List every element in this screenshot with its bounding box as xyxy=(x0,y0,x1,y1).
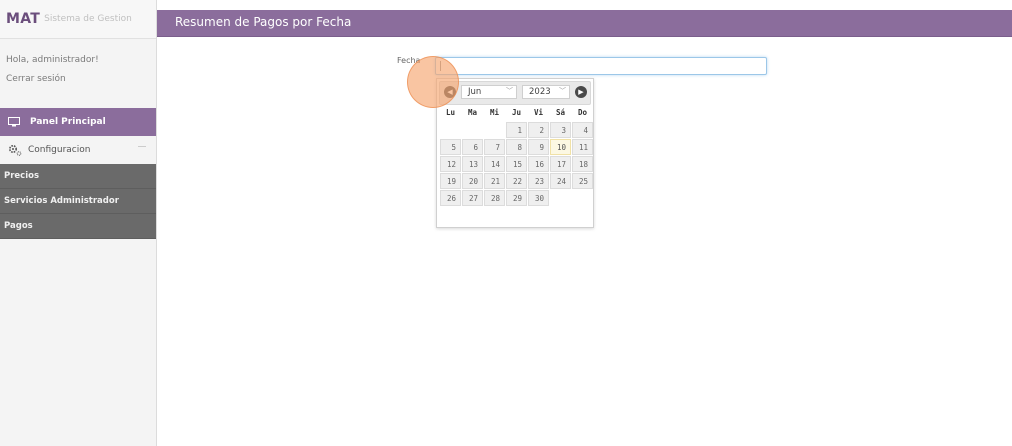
calendar-day[interactable]: 10 xyxy=(550,139,571,155)
calendar-day[interactable]: 18 xyxy=(572,156,593,172)
calendar-day[interactable]: 22 xyxy=(506,173,527,189)
calendar-day[interactable]: 8 xyxy=(506,139,527,155)
datepicker-header: ◀ Jun ﹀ 2023 ﹀ ▶ xyxy=(439,81,591,105)
calendar-day[interactable]: 29 xyxy=(506,190,527,206)
calendar-day[interactable]: 23 xyxy=(528,173,549,189)
calendar-day[interactable]: 27 xyxy=(462,190,483,206)
gears-icon xyxy=(8,144,22,156)
calendar-day[interactable]: 11 xyxy=(572,139,593,155)
prev-month-icon[interactable]: ◀ xyxy=(444,86,456,98)
calendar-day[interactable]: 25 xyxy=(572,173,593,189)
datepicker: ◀ Jun ﹀ 2023 ﹀ ▶ Lu Ma Mi Ju Vi Sá Do 1 2 3 4 5 6 7 8 9… xyxy=(436,78,594,228)
calendar-day[interactable]: 13 xyxy=(462,156,483,172)
calendar-day[interactable]: 12 xyxy=(440,156,461,172)
fecha-input[interactable] xyxy=(435,57,767,75)
chevron-down-icon: ﹀ xyxy=(506,87,513,95)
nav-configuracion[interactable]: Configuracion xyxy=(0,138,156,162)
calendar-day[interactable]: 20 xyxy=(462,173,483,189)
page-title: Resumen de Pagos por Fecha xyxy=(175,15,352,29)
next-month-icon[interactable]: ▶ xyxy=(575,86,587,98)
submenu-item-servicios-administrador[interactable]: Servicios Administrador xyxy=(0,189,156,214)
calendar-day[interactable]: 5 xyxy=(440,139,461,155)
fecha-label: Fecha xyxy=(397,56,421,65)
weekday-header: Do xyxy=(577,108,588,117)
brand-logo: MAT xyxy=(6,11,41,27)
nav-panel-principal-label: Panel Principal xyxy=(30,117,106,127)
sidebar: MAT Sistema de Gestion Hola, administrad… xyxy=(0,0,157,446)
calendar-day[interactable]: 21 xyxy=(484,173,505,189)
logout-link[interactable]: Cerrar sesión xyxy=(6,74,156,84)
calendar-day[interactable]: 26 xyxy=(440,190,461,206)
calendar-blank xyxy=(462,122,483,138)
calendar-day[interactable]: 17 xyxy=(550,156,571,172)
calendar-day[interactable]: 2 xyxy=(528,122,549,138)
brand[interactable]: MAT Sistema de Gestion xyxy=(0,0,156,39)
weekday-header: Ju xyxy=(511,108,522,117)
calendar-day[interactable]: 14 xyxy=(484,156,505,172)
calendar-day[interactable]: 19 xyxy=(440,173,461,189)
nav-configuracion-label: Configuracion xyxy=(28,145,91,155)
submenu: Precios Servicios Administrador Pagos xyxy=(0,164,156,239)
calendar-day[interactable]: 7 xyxy=(484,139,505,155)
weekday-header: Lu xyxy=(445,108,456,117)
monitor-icon xyxy=(8,117,20,127)
weekday-header: Ma xyxy=(467,108,478,117)
calendar-day[interactable]: 1 xyxy=(506,122,527,138)
year-select[interactable]: 2023 ﹀ xyxy=(522,85,570,99)
submenu-item-precios[interactable]: Precios xyxy=(0,164,156,189)
calendar-day[interactable]: 4 xyxy=(572,122,593,138)
calendar-day[interactable]: 6 xyxy=(462,139,483,155)
calendar-day[interactable]: 15 xyxy=(506,156,527,172)
submenu-item-pagos[interactable]: Pagos xyxy=(0,214,156,239)
text-cursor xyxy=(440,61,441,71)
brand-subtitle: Sistema de Gestion xyxy=(44,14,132,24)
greeting-text: Hola, administrador! xyxy=(6,55,99,65)
month-select[interactable]: Jun ﹀ xyxy=(461,85,517,99)
calendar-blank xyxy=(484,122,505,138)
calendar-day[interactable]: 9 xyxy=(528,139,549,155)
calendar-day[interactable]: 24 xyxy=(550,173,571,189)
weekday-header: Vi xyxy=(533,108,544,117)
collapse-line xyxy=(138,146,146,147)
calendar-day[interactable]: 28 xyxy=(484,190,505,206)
calendar-day[interactable]: 3 xyxy=(550,122,571,138)
year-select-value: 2023 xyxy=(529,87,551,97)
nav-panel-principal[interactable]: Panel Principal xyxy=(0,108,156,136)
weekday-header: Sá xyxy=(555,108,566,117)
calendar-day[interactable]: 16 xyxy=(528,156,549,172)
calendar-grid: Lu Ma Mi Ju Vi Sá Do 1 2 3 4 5 6 7 8 9 10 11 12 13 14 15 16 17 1… xyxy=(440,105,593,206)
calendar-day[interactable]: 30 xyxy=(528,190,549,206)
month-select-value: Jun xyxy=(468,87,482,97)
page-header: Resumen de Pagos por Fecha xyxy=(157,10,1012,37)
weekday-header: Mi xyxy=(489,108,500,117)
chevron-down-icon: ﹀ xyxy=(559,87,566,95)
calendar-blank xyxy=(440,122,461,138)
